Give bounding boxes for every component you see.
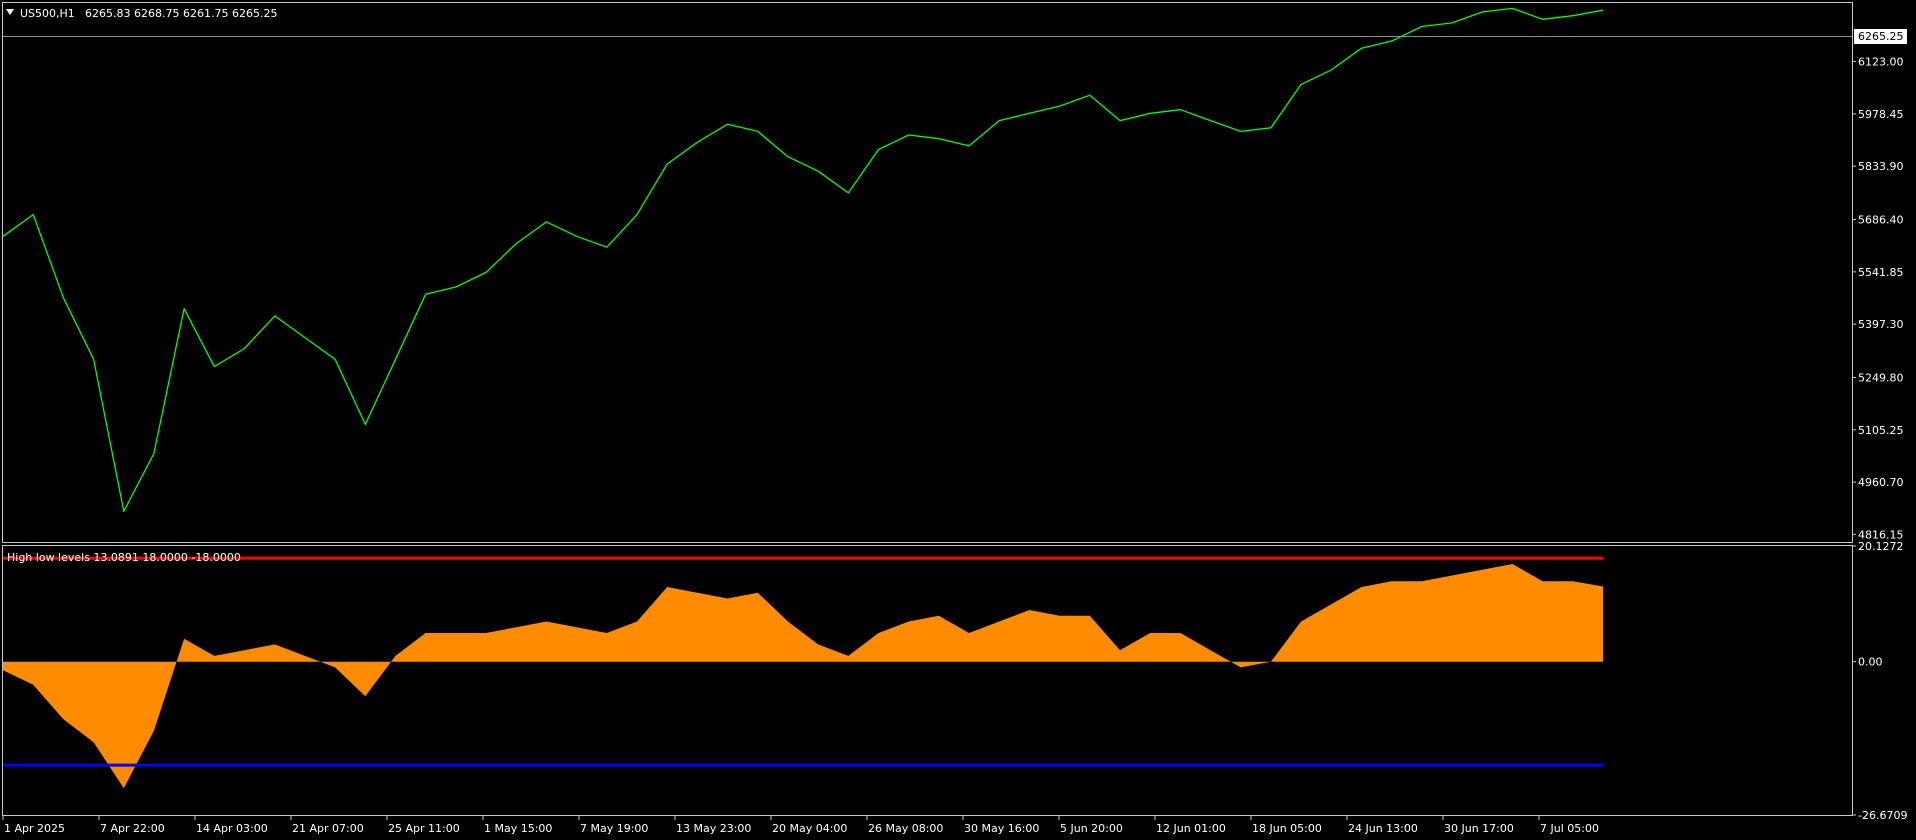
- price-line: [2, 7, 1604, 512]
- time-axis-tick-label: 21 Apr 07:00: [292, 822, 364, 835]
- chart-canvas: US500,H1 6265.83 6268.75 6261.75 6265.25…: [2, 2, 1907, 835]
- price-axis-tick-label: 5686.40: [1858, 214, 1904, 227]
- time-axis-tick-label: 7 Jul 05:00: [1540, 822, 1599, 835]
- time-axis-tick-label: 25 Apr 11:00: [388, 822, 460, 835]
- price-axis: 6123.00 5978.45 5833.90 5686.40 5541.85 5397.…: [1852, 56, 1904, 541]
- time-axis-tick-label: 20 May 04:00: [772, 822, 847, 835]
- time-axis: 1 Apr 2025 7 Apr 22:00 14 Apr 03:00 21 Apr …: [2, 816, 1599, 835]
- price-axis-tick-label: 4960.70: [1858, 476, 1904, 489]
- time-axis-tick-label: 7 May 19:00: [580, 822, 648, 835]
- indicator-axis-tick-label: 20.1272: [1858, 540, 1904, 553]
- main-panel-frame: [2, 2, 1853, 543]
- price-axis-tick-label: 5105.25: [1858, 424, 1904, 437]
- time-axis-tick-label: 13 May 23:00: [676, 822, 751, 835]
- time-axis-tick-label: 30 May 16:00: [964, 822, 1039, 835]
- price-axis-tick-label: 5541.85: [1858, 266, 1904, 279]
- time-axis-tick-label: 12 Jun 01:00: [1156, 822, 1226, 835]
- ohlc-label: 6265.83 6268.75 6261.75 6265.25: [85, 7, 277, 20]
- time-axis-tick-label: 1 Apr 2025: [4, 822, 65, 835]
- time-axis-tick-label: 1 May 15:00: [484, 822, 552, 835]
- histogram: [3, 564, 1603, 789]
- price-axis-tick-label: 5833.90: [1858, 160, 1904, 173]
- price-axis-tick-label: 5978.45: [1858, 108, 1904, 121]
- symbol-label: US500,H1: [20, 7, 75, 20]
- time-axis-tick-label: 7 Apr 22:00: [100, 822, 165, 835]
- time-axis-tick-label: 14 Apr 03:00: [196, 822, 268, 835]
- time-axis-tick-label: 18 Jun 05:00: [1252, 822, 1322, 835]
- indicator-axis-tick-label: 0.00: [1858, 656, 1883, 669]
- price-axis-tick-label: 5249.80: [1858, 371, 1904, 384]
- indicator-axis: 20.1272 0.00 -26.6709: [1852, 540, 1907, 822]
- indicator-label: High low levels 13.0891 18.0000 -18.0000: [7, 551, 241, 564]
- time-axis-tick-label: 5 Jun 20:00: [1060, 822, 1123, 835]
- triangle-down-icon[interactable]: [6, 9, 14, 15]
- indicator-axis-tick-label: -26.6709: [1858, 809, 1907, 822]
- time-axis-tick-label: 26 May 08:00: [868, 822, 943, 835]
- main-panel: US500,H1 6265.83 6268.75 6261.75 6265.25…: [2, 2, 1907, 543]
- current-price-tag-label: 6265.25: [1858, 30, 1904, 43]
- time-axis-tick-label: 30 Jun 17:00: [1444, 822, 1514, 835]
- indicator-panel: High low levels 13.0891 18.0000 -18.0000…: [2, 540, 1907, 822]
- price-axis-tick-label: 5397.30: [1858, 318, 1904, 331]
- time-axis-tick-label: 24 Jun 13:00: [1348, 822, 1418, 835]
- price-axis-tick-label: 6123.00: [1858, 56, 1904, 69]
